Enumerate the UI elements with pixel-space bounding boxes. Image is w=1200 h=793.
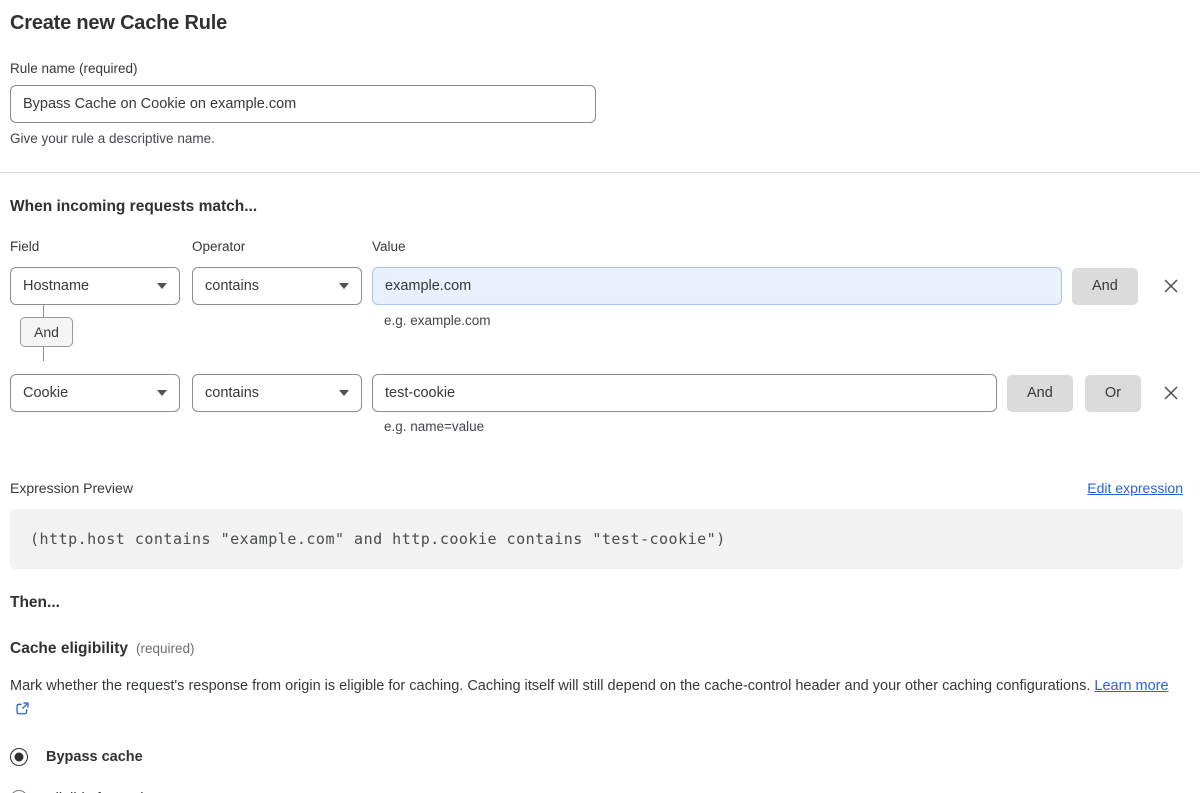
builder-column-labels: Field Operator Value — [10, 239, 1183, 254]
and-button-row1[interactable]: And — [1072, 267, 1138, 305]
value-hint-row1: e.g. example.com — [384, 313, 491, 328]
cache-eligibility-description: Mark whether the request's response from… — [10, 674, 1170, 724]
match-heading: When incoming requests match... — [10, 198, 258, 215]
value-column-label: Value — [372, 239, 406, 254]
chevron-down-icon — [339, 390, 349, 396]
expression-header: Expression Preview Edit expression — [10, 480, 1183, 496]
remove-row1-button[interactable] — [1159, 274, 1183, 298]
section-divider — [0, 172, 1200, 173]
chevron-down-icon — [157, 390, 167, 396]
field-column-label: Field — [10, 239, 40, 254]
rule-name-help: Give your rule a descriptive name. — [10, 131, 215, 146]
operator-select-row1[interactable]: contains — [192, 267, 362, 305]
operator-select-row2[interactable]: contains — [192, 374, 362, 412]
remove-row2-button[interactable] — [1159, 381, 1183, 405]
rule-name-input[interactable] — [10, 85, 596, 123]
close-icon — [1164, 386, 1178, 400]
create-cache-rule-page: Create new Cache Rule Rule name (require… — [0, 0, 1200, 793]
condition-row-1: Hostname contains And — [10, 267, 1183, 305]
and-connector-chip[interactable]: And — [20, 317, 73, 347]
cache-eligibility-options: Bypass cache Eligible for cache — [10, 748, 1183, 793]
operator-select-row2-value: contains — [205, 385, 260, 401]
radio-option-bypass-cache[interactable]: Bypass cache — [10, 748, 1183, 766]
rule-name-label: Rule name (required) — [10, 61, 138, 76]
connector-zone: And e.g. example.com — [10, 305, 1183, 361]
cache-eligibility-heading-row: Cache eligibility (required) — [10, 640, 1183, 658]
radio-selected-icon[interactable] — [10, 748, 28, 766]
description-text: Mark whether the request's response from… — [10, 678, 1091, 694]
then-heading: Then... — [10, 594, 60, 611]
value-input-row1[interactable] — [372, 267, 1062, 305]
field-select-row2-value: Cookie — [23, 385, 69, 401]
chevron-down-icon — [339, 283, 349, 289]
and-button-row2[interactable]: And — [1007, 374, 1073, 412]
edit-expression-link[interactable]: Edit expression — [1087, 480, 1183, 496]
field-select-row1[interactable]: Hostname — [10, 267, 180, 305]
condition-row-2: Cookie contains And Or — [10, 374, 1183, 412]
operator-column-label: Operator — [192, 239, 246, 254]
value-hint-row2: e.g. name=value — [384, 419, 485, 434]
operator-select-row1-value: contains — [205, 278, 260, 294]
radio-label-bypass: Bypass cache — [46, 749, 143, 765]
expression-preview-label: Expression Preview — [10, 480, 133, 496]
page-title: Create new Cache Rule — [10, 12, 227, 34]
learn-more-link[interactable]: Learn more — [1094, 678, 1168, 694]
cache-eligibility-title: Cache eligibility — [10, 640, 129, 657]
field-select-row1-value: Hostname — [23, 278, 90, 294]
required-note: (required) — [136, 641, 195, 656]
close-icon — [1164, 279, 1178, 293]
external-link-icon — [15, 702, 30, 720]
expression-code-block: (http.host contains "example.com" and ht… — [10, 509, 1183, 569]
value-input-row2[interactable] — [372, 374, 997, 412]
field-select-row2[interactable]: Cookie — [10, 374, 180, 412]
or-button-row2[interactable]: Or — [1084, 374, 1141, 412]
chevron-down-icon — [157, 283, 167, 289]
